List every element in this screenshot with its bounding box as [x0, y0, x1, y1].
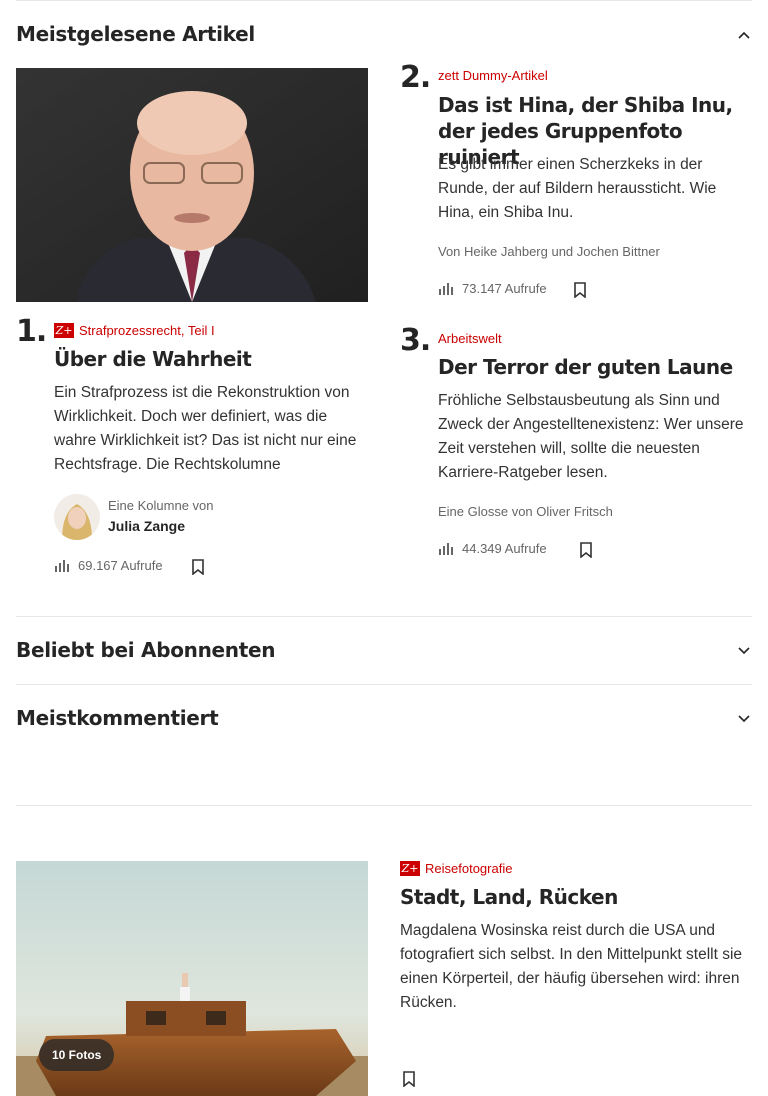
- article-3-kicker[interactable]: Arbeitswelt: [438, 331, 502, 346]
- article-1-image[interactable]: [16, 68, 368, 302]
- bar-chart-icon: [55, 560, 69, 572]
- top-divider: [16, 0, 752, 1]
- z-plus-icon: Z+: [54, 323, 74, 338]
- article-1-kicker[interactable]: Z+ Strafprozessrecht, Teil I: [54, 323, 215, 338]
- bookmark-icon[interactable]: [579, 542, 593, 558]
- article-3-rank: 3.: [400, 323, 431, 358]
- article-3-teaser[interactable]: Fröhliche Selbstausbeutung als Sinn und …: [438, 389, 756, 485]
- article-1-rank: 1.: [16, 314, 47, 349]
- bar-chart-icon: [439, 283, 453, 295]
- section-divider: [16, 805, 752, 806]
- chevron-up-icon[interactable]: [736, 27, 752, 43]
- feature-teaser[interactable]: Magdalena Wosinska reist durch die USA u…: [400, 919, 756, 1015]
- author-name[interactable]: Julia Zange: [108, 518, 185, 534]
- article-1-kicker-text: Strafprozessrecht, Teil I: [79, 323, 215, 338]
- article-3-views-text: 44.349 Aufrufe: [462, 540, 547, 556]
- article-2-views-text: 73.147 Aufrufe: [462, 280, 547, 296]
- article-2-rank: 2.: [400, 60, 431, 95]
- author-avatar[interactable]: [54, 494, 100, 540]
- section-divider: [16, 616, 752, 617]
- article-3-title[interactable]: Der Terror der guten Laune: [438, 354, 756, 380]
- z-plus-icon: Z+: [400, 861, 420, 876]
- bookmark-icon[interactable]: [573, 282, 587, 298]
- article-2-views: 73.147 Aufrufe: [438, 280, 547, 296]
- article-2-teaser[interactable]: Es gibt immer einen Scherzkeks in der Ru…: [438, 153, 738, 225]
- section-title-most-read[interactable]: Meistgelesene Artikel: [16, 22, 255, 46]
- chevron-down-icon[interactable]: [736, 643, 752, 659]
- photo-count-badge: 10 Fotos: [39, 1039, 115, 1071]
- article-2-byline[interactable]: Von Heike Jahberg und Jochen Bittner: [438, 244, 660, 259]
- article-1-views: 69.167 Aufrufe: [54, 557, 163, 573]
- bookmark-icon[interactable]: [402, 1071, 416, 1087]
- feature-kicker-text: Reisefotografie: [425, 861, 513, 876]
- article-2-kicker[interactable]: zett Dummy-Artikel: [438, 68, 548, 83]
- section-divider: [16, 684, 752, 685]
- chevron-down-icon[interactable]: [736, 711, 752, 727]
- bar-chart-icon: [439, 543, 453, 555]
- feature-kicker[interactable]: Z+ Reisefotografie: [400, 861, 512, 876]
- article-3-views: 44.349 Aufrufe: [438, 540, 547, 556]
- article-1-views-text: 69.167 Aufrufe: [78, 557, 163, 573]
- section-title-subscribers[interactable]: Beliebt bei Abonnenten: [16, 638, 276, 662]
- author-label: Eine Kolumne von: [108, 498, 214, 513]
- section-title-most-commented[interactable]: Meistkommentiert: [16, 706, 219, 730]
- article-1-title[interactable]: Über die Wahrheit: [54, 346, 368, 372]
- feature-title[interactable]: Stadt, Land, Rücken: [400, 884, 752, 910]
- article-1-teaser[interactable]: Ein Strafprozess ist die Rekonstruktion …: [54, 381, 372, 477]
- bookmark-icon[interactable]: [191, 559, 205, 575]
- article-3-byline[interactable]: Eine Glosse von Oliver Fritsch: [438, 504, 613, 519]
